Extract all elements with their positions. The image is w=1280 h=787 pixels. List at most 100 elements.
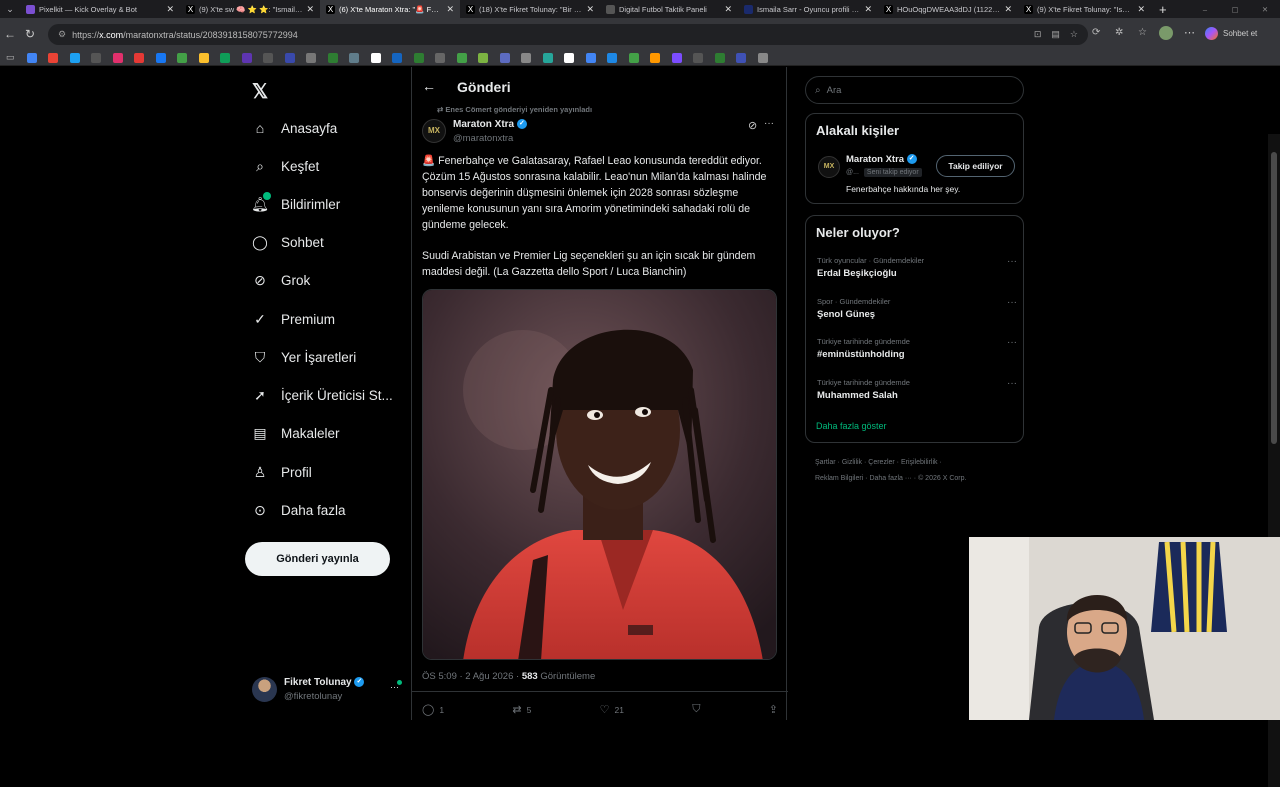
nav-item-yer-i-aretleri[interactable]: ⛉ Yer İşaretleri: [252, 345, 357, 369]
tab-close-icon[interactable]: ✕: [306, 4, 314, 15]
install-icon[interactable]: ⊡: [1034, 29, 1042, 40]
trend-more-icon[interactable]: ···: [1007, 378, 1017, 389]
bookmark-favicon-icon[interactable]: [306, 52, 317, 63]
like-button[interactable]: ♡ 21: [600, 703, 624, 716]
new-tab-button[interactable]: +: [1159, 2, 1167, 17]
footer-links-2[interactable]: Reklam Bilgileri · Daha fazla ··· · © 20…: [815, 471, 1025, 487]
tab-close-icon[interactable]: ✕: [724, 4, 732, 15]
nav-item-profil[interactable]: ♙ Profil: [252, 460, 312, 484]
account-more-icon[interactable]: ···: [390, 682, 399, 692]
bookmark-favicon-icon[interactable]: [134, 52, 145, 63]
bookmark-favicon-icon[interactable]: [241, 52, 252, 63]
nav-item-ke-fet[interactable]: ⌕ Keşfet: [252, 154, 319, 178]
reply-button[interactable]: ◯ 1: [422, 703, 444, 716]
bookmarks-apps-icon[interactable]: ▭: [6, 52, 15, 63]
nav-item-bildirimler[interactable]: 🔔︎ Bildirimler: [251, 192, 340, 216]
trend-item[interactable]: Türkiye tarihinde gündemde #eminüstünhold…: [817, 337, 1017, 360]
tab-close-icon[interactable]: ✕: [166, 4, 174, 15]
close-window-button[interactable]: ✕: [1250, 5, 1280, 14]
share-button[interactable]: ⇪: [769, 703, 778, 716]
browser-tab[interactable]: Pixelkit — Kick Overlay & Bot ✕: [20, 0, 180, 18]
repost-button[interactable]: ⇄ 5: [512, 703, 531, 716]
reader-icon[interactable]: ▤: [1051, 29, 1060, 40]
post-more-icon[interactable]: ···: [764, 118, 774, 129]
back-icon[interactable]: ←: [0, 27, 20, 41]
trend-item[interactable]: Türk oyuncular · Gündemdekiler Erdal Beşi…: [817, 256, 1017, 279]
author-name[interactable]: Maraton Xtra: [453, 119, 514, 130]
trend-more-icon[interactable]: ···: [1007, 297, 1017, 308]
bookmark-favicon-icon[interactable]: [349, 52, 360, 63]
bookmark-favicon-icon[interactable]: [413, 52, 424, 63]
bookmark-favicon-icon[interactable]: [499, 52, 510, 63]
bookmark-favicon-icon[interactable]: [155, 52, 166, 63]
tab-close-icon[interactable]: ✕: [1004, 4, 1012, 15]
bookmark-favicon-icon[interactable]: [628, 52, 639, 63]
bookmark-favicon-icon[interactable]: [48, 52, 59, 63]
bookmark-favicon-icon[interactable]: [263, 52, 274, 63]
bookmark-favicon-icon[interactable]: [370, 52, 381, 63]
bookmark-favicon-icon[interactable]: [456, 52, 467, 63]
browser-tab[interactable]: Digital Futbol Taktik Paneli ✕: [600, 0, 738, 18]
browser-tab[interactable]: X (9) X'te Fikret Tolunay: "Ismaila ✕: [1018, 0, 1151, 18]
bookmark-favicon-icon[interactable]: [542, 52, 553, 63]
nav-item-makaleler[interactable]: ▤ Makaleler: [252, 421, 339, 445]
account-switcher[interactable]: Fikret Tolunay ✓ @fikretolunay ···: [252, 674, 402, 704]
related-avatar[interactable]: MX: [818, 156, 840, 178]
show-more-link[interactable]: Daha fazla göster: [816, 421, 887, 431]
reload-icon[interactable]: ↻: [20, 27, 40, 41]
bookmark-favicon-icon[interactable]: [69, 52, 80, 63]
nav-item-i-erik-reticisi-st[interactable]: ➚ İçerik Üreticisi St...: [252, 383, 393, 407]
trend-more-icon[interactable]: ···: [1007, 337, 1017, 348]
bookmark-favicon-icon[interactable]: [327, 52, 338, 63]
scrollbar-thumb[interactable]: [1271, 152, 1277, 444]
author-avatar[interactable]: MX: [422, 119, 446, 143]
star-icon[interactable]: ☆: [1070, 29, 1078, 40]
browser-tab[interactable]: X (9) X'te sw 🧠 ⭐ ⭐: "Ismaila Sa ✕: [180, 0, 320, 18]
x-logo-icon[interactable]: 𝕏: [252, 79, 268, 104]
nav-item-premium[interactable]: ✓ Premium: [252, 307, 335, 331]
tab-close-icon[interactable]: ✕: [446, 4, 454, 15]
bookmark-favicon-icon[interactable]: [521, 52, 532, 63]
post-timestamp[interactable]: ÖS 5:09 · 2 Ağu 2026 ·: [422, 671, 522, 682]
author-handle[interactable]: @maratonxtra: [453, 133, 513, 144]
tab-close-icon[interactable]: ✕: [1137, 4, 1145, 15]
menu-dots-icon[interactable]: ⋯: [1184, 26, 1195, 39]
bookmark-favicon-icon[interactable]: [693, 52, 704, 63]
browser-tab[interactable]: Ismaila Sarr - Oyuncu profili 26/✕: [738, 0, 878, 18]
trend-more-icon[interactable]: ···: [1007, 256, 1017, 267]
bookmark-favicon-icon[interactable]: [757, 52, 768, 63]
nav-item-grok[interactable]: ⊘ Grok: [252, 268, 310, 292]
bookmark-favicon-icon[interactable]: [392, 52, 403, 63]
bookmark-favicon-icon[interactable]: [714, 52, 725, 63]
bookmark-favicon-icon[interactable]: [607, 52, 618, 63]
nav-item-anasayfa[interactable]: ⌂ Anasayfa: [252, 116, 338, 140]
following-button[interactable]: Takip ediliyor: [936, 155, 1015, 177]
tab-close-icon[interactable]: ✕: [586, 4, 594, 15]
bookmark-favicon-icon[interactable]: [478, 52, 489, 63]
search-input[interactable]: ⌕ Ara: [805, 76, 1024, 104]
sohbet-button-label[interactable]: Sohbet et: [1223, 29, 1257, 38]
bookmark-favicon-icon[interactable]: [650, 52, 661, 63]
profile-avatar[interactable]: [1159, 26, 1173, 40]
extension-icon[interactable]: ⟳: [1092, 27, 1100, 38]
bookmark-favicon-icon[interactable]: [91, 52, 102, 63]
related-name[interactable]: Maraton Xtra: [846, 154, 904, 165]
trend-item[interactable]: Türkiye tarihinde gündemde Muhammed Salah…: [817, 378, 1017, 401]
browser-tab[interactable]: X (18) X'te Fikret Tolunay: "Bir sürü ✕: [460, 0, 600, 18]
bookmark-favicon-icon[interactable]: [284, 52, 295, 63]
grok-explain-icon[interactable]: ⊘: [748, 119, 757, 132]
site-info-icon[interactable]: ⚙: [58, 29, 66, 40]
trend-item[interactable]: Spor · Gündemdekiler Şenol Güneş ···: [817, 297, 1017, 320]
bookmark-favicon-icon[interactable]: [736, 52, 747, 63]
tab-close-icon[interactable]: ✕: [864, 4, 872, 15]
bookmark-button[interactable]: ⛉: [692, 703, 700, 716]
tab-list-chevron-icon[interactable]: ⌄: [0, 4, 20, 15]
footer-links-1[interactable]: Şartlar · Gizlilik · Çerezler · Erişileb…: [815, 455, 1025, 471]
bookmark-favicon-icon[interactable]: [198, 52, 209, 63]
extensions-puzzle-icon[interactable]: ✲: [1115, 27, 1123, 38]
copilot-icon[interactable]: [1205, 27, 1218, 40]
maximize-button[interactable]: ▢: [1220, 5, 1250, 14]
browser-tab[interactable]: X (6) X'te Maraton Xtra: "🚨 Fene ✕: [320, 0, 460, 18]
nav-item-sohbet[interactable]: ◯ Sohbet: [252, 230, 324, 254]
bookmark-favicon-icon[interactable]: [435, 52, 446, 63]
